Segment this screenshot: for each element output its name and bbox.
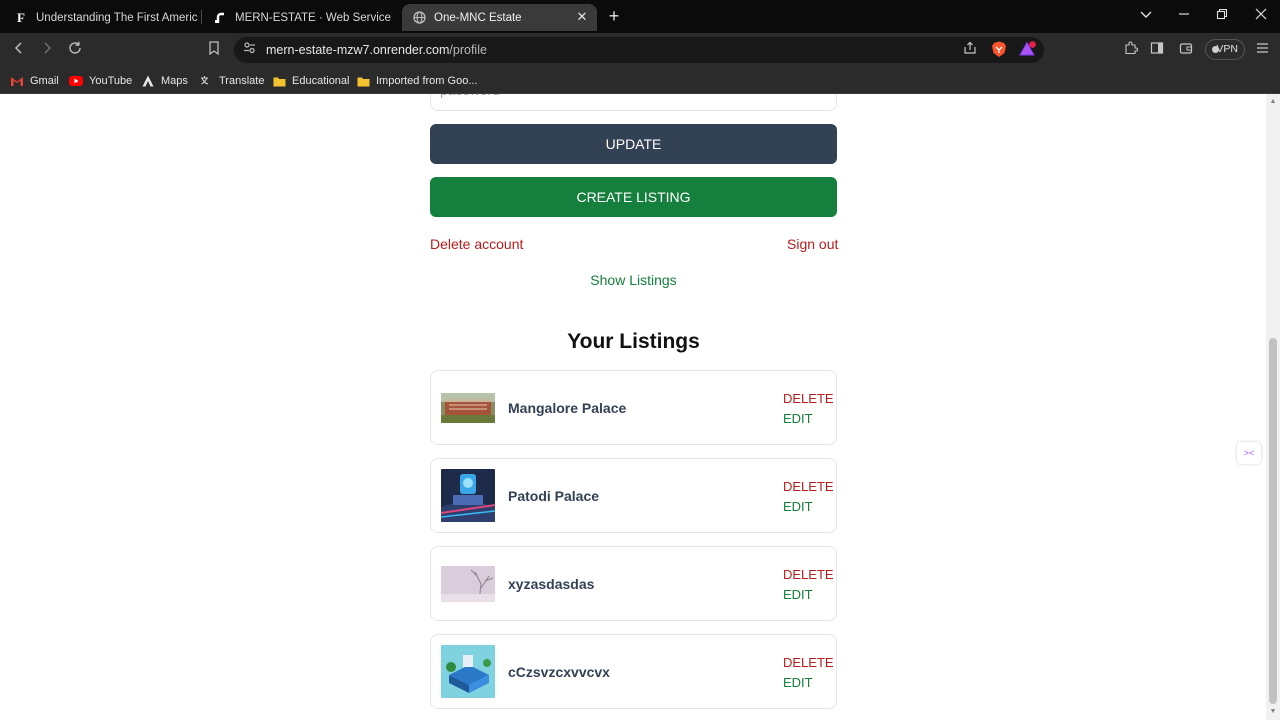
gmail-icon	[10, 74, 24, 88]
wallet-icon[interactable]	[1177, 41, 1195, 59]
floating-extension-widget-icon[interactable]: ><	[1237, 442, 1261, 464]
globe-favicon-icon	[412, 11, 426, 25]
create-listing-button[interactable]: CREATE LISTING	[430, 177, 837, 217]
share-icon[interactable]	[961, 41, 979, 59]
restore-window-icon[interactable]	[1214, 8, 1230, 24]
your-listings-heading: Your Listings	[567, 330, 700, 353]
listing-card: xyzasdasdas DELETE EDIT	[430, 546, 837, 621]
new-tab-plus-icon[interactable]: +	[606, 7, 622, 25]
listing-thumbnail-isometric-building[interactable]	[441, 645, 495, 698]
menu-hamburger-icon[interactable]	[1253, 41, 1271, 59]
listing-card: cCzsvzcxvvcvx DELETE EDIT	[430, 634, 837, 709]
bookmark-folder-imported[interactable]: Imported from Goo...	[356, 72, 477, 90]
listing-name[interactable]: Mangalore Palace	[508, 400, 626, 416]
update-button[interactable]: UPDATE	[430, 124, 837, 164]
page-scrollbar[interactable]: ▲ ▼	[1266, 94, 1280, 720]
scroll-down-arrow-icon[interactable]: ▼	[1269, 708, 1277, 716]
url-text: mern-estate-mzw7.onrender.com/profile	[266, 43, 487, 57]
brave-shields-lion-icon[interactable]	[990, 41, 1008, 59]
address-bar[interactable]: mern-estate-mzw7.onrender.com/profile	[234, 37, 1044, 63]
minimize-window-icon[interactable]	[1176, 8, 1192, 24]
listing-name[interactable]: cCzsvzcxvvcvx	[508, 664, 610, 680]
listing-edit-button[interactable]: EDIT	[783, 675, 813, 690]
page-content: UPDATE CREATE LISTING Delete account Sig…	[0, 94, 1266, 720]
letter-f-favicon-icon: F	[17, 9, 25, 25]
brave-rewards-triangle-icon[interactable]	[1019, 41, 1037, 59]
listing-edit-button[interactable]: EDIT	[783, 499, 813, 514]
bookmark-youtube[interactable]: YouTube	[69, 72, 132, 90]
sign-out-link[interactable]: Sign out	[787, 236, 838, 252]
translate-icon	[199, 74, 213, 88]
browser-tab-strip: F Understanding The First American Fi ME…	[0, 0, 1280, 33]
reload-icon[interactable]	[66, 41, 84, 59]
maps-icon	[141, 74, 155, 88]
back-arrow-icon[interactable]	[10, 41, 28, 59]
delete-account-link[interactable]: Delete account	[430, 236, 523, 252]
listing-edit-button[interactable]: EDIT	[783, 411, 813, 426]
bookmark-folder-educational[interactable]: Educational	[272, 72, 350, 90]
listing-name[interactable]: xyzasdasdas	[508, 576, 594, 592]
folder-icon	[356, 74, 370, 88]
scroll-up-arrow-icon[interactable]: ▲	[1269, 98, 1277, 106]
password-input[interactable]	[440, 94, 820, 100]
close-tab-icon[interactable]: ✕	[575, 10, 589, 24]
listing-edit-button[interactable]: EDIT	[783, 587, 813, 602]
browser-toolbar: mern-estate-mzw7.onrender.com/profile VP…	[0, 33, 1280, 67]
listing-card: Patodi Palace DELETE EDIT	[430, 458, 837, 533]
folder-icon	[272, 74, 286, 88]
sidebar-toggle-icon[interactable]	[1148, 41, 1166, 59]
tab-search-chevron-down-icon[interactable]	[1138, 8, 1154, 24]
listing-delete-button[interactable]: DELETE	[783, 655, 834, 670]
bookmark-translate[interactable]: Translate	[199, 72, 264, 90]
listing-name[interactable]: Patodi Palace	[508, 488, 599, 504]
listing-thumbnail-winter-tree[interactable]	[441, 566, 495, 602]
listing-card: Mangalore Palace DELETE EDIT	[430, 370, 837, 445]
bookmark-icon[interactable]	[205, 41, 223, 59]
listing-delete-button[interactable]: DELETE	[783, 479, 834, 494]
youtube-icon	[69, 74, 83, 88]
show-listings-button[interactable]: Show Listings	[430, 272, 837, 288]
url-path: /profile	[449, 43, 487, 57]
listing-thumbnail-palace[interactable]	[441, 393, 495, 423]
scrollbar-thumb[interactable]	[1269, 338, 1277, 704]
render-favicon-icon	[213, 11, 227, 25]
tab-mern-estate-render[interactable]: MERN-ESTATE · Web Service · Rend	[203, 4, 399, 31]
bookmark-maps[interactable]: Maps	[141, 72, 188, 90]
listing-thumbnail-tech-building[interactable]	[441, 469, 495, 522]
url-host: mern-estate-mzw7.onrender.com	[266, 43, 450, 57]
close-window-icon[interactable]	[1253, 8, 1269, 24]
tab-understanding[interactable]: F Understanding The First American Fi	[4, 4, 200, 31]
bookmark-gmail[interactable]: Gmail	[10, 72, 59, 90]
vpn-status-dot-icon	[1212, 46, 1219, 53]
password-field[interactable]	[430, 94, 837, 111]
site-settings-icon[interactable]	[240, 41, 258, 59]
bookmarks-bar: Gmail YouTube Maps Translate Educational…	[0, 67, 1280, 94]
tab-one-mnc-estate[interactable]: One-MNC Estate ✕	[402, 4, 597, 31]
forward-arrow-icon[interactable]	[38, 41, 56, 59]
extensions-puzzle-icon[interactable]	[1122, 41, 1140, 59]
vpn-button[interactable]: VPN	[1205, 39, 1245, 60]
listing-delete-button[interactable]: DELETE	[783, 567, 834, 582]
listing-delete-button[interactable]: DELETE	[783, 391, 834, 406]
tab-separator	[201, 10, 202, 24]
